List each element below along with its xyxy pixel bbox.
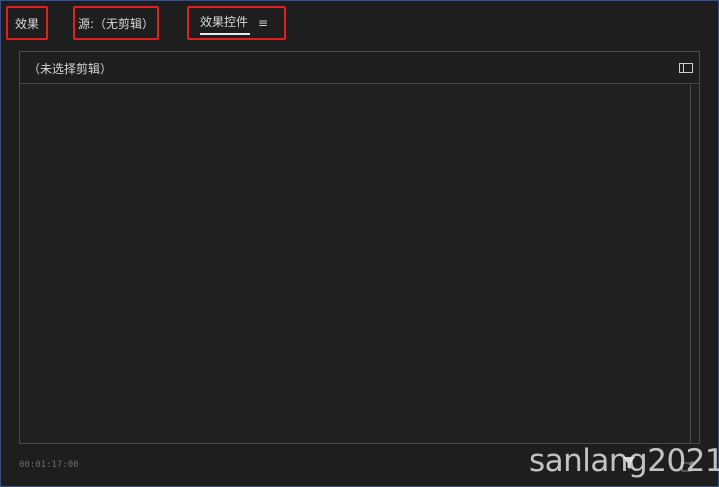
vertical-scrollbar[interactable] [690,84,691,443]
tab-effect-controls-wrap: 效果控件 [200,13,251,35]
panel-content-area [20,84,699,443]
panel-layout-toggle-icon[interactable] [678,60,694,76]
panel-header: （未选择剪辑） [20,52,699,84]
timecode-display: 00:01:17:00 [19,460,79,470]
no-clip-selected-label: （未选择剪辑） [28,62,113,76]
tab-effect-controls-label: 效果控件 [200,15,249,29]
panel-frame: 效果 源:（无剪辑） 效果控件 ≡ （未选择剪辑） 00:01:17:00 sa… [0,0,719,487]
active-tab-underline [200,33,251,35]
tab-effect-controls[interactable]: 效果控件 ≡ [187,6,286,40]
tab-bar: 效果 源:（无剪辑） 效果控件 ≡ [1,1,718,45]
effect-controls-panel: （未选择剪辑） [19,51,700,444]
hamburger-menu-icon[interactable]: ≡ [258,17,268,29]
tab-source-label: 源:（无剪辑） [77,16,155,31]
watermark-text: sanlang2021 [529,443,719,479]
tab-source[interactable]: 源:（无剪辑） [73,6,159,40]
tab-effects-label: 效果 [14,16,39,31]
tab-effects[interactable]: 效果 [6,6,48,40]
